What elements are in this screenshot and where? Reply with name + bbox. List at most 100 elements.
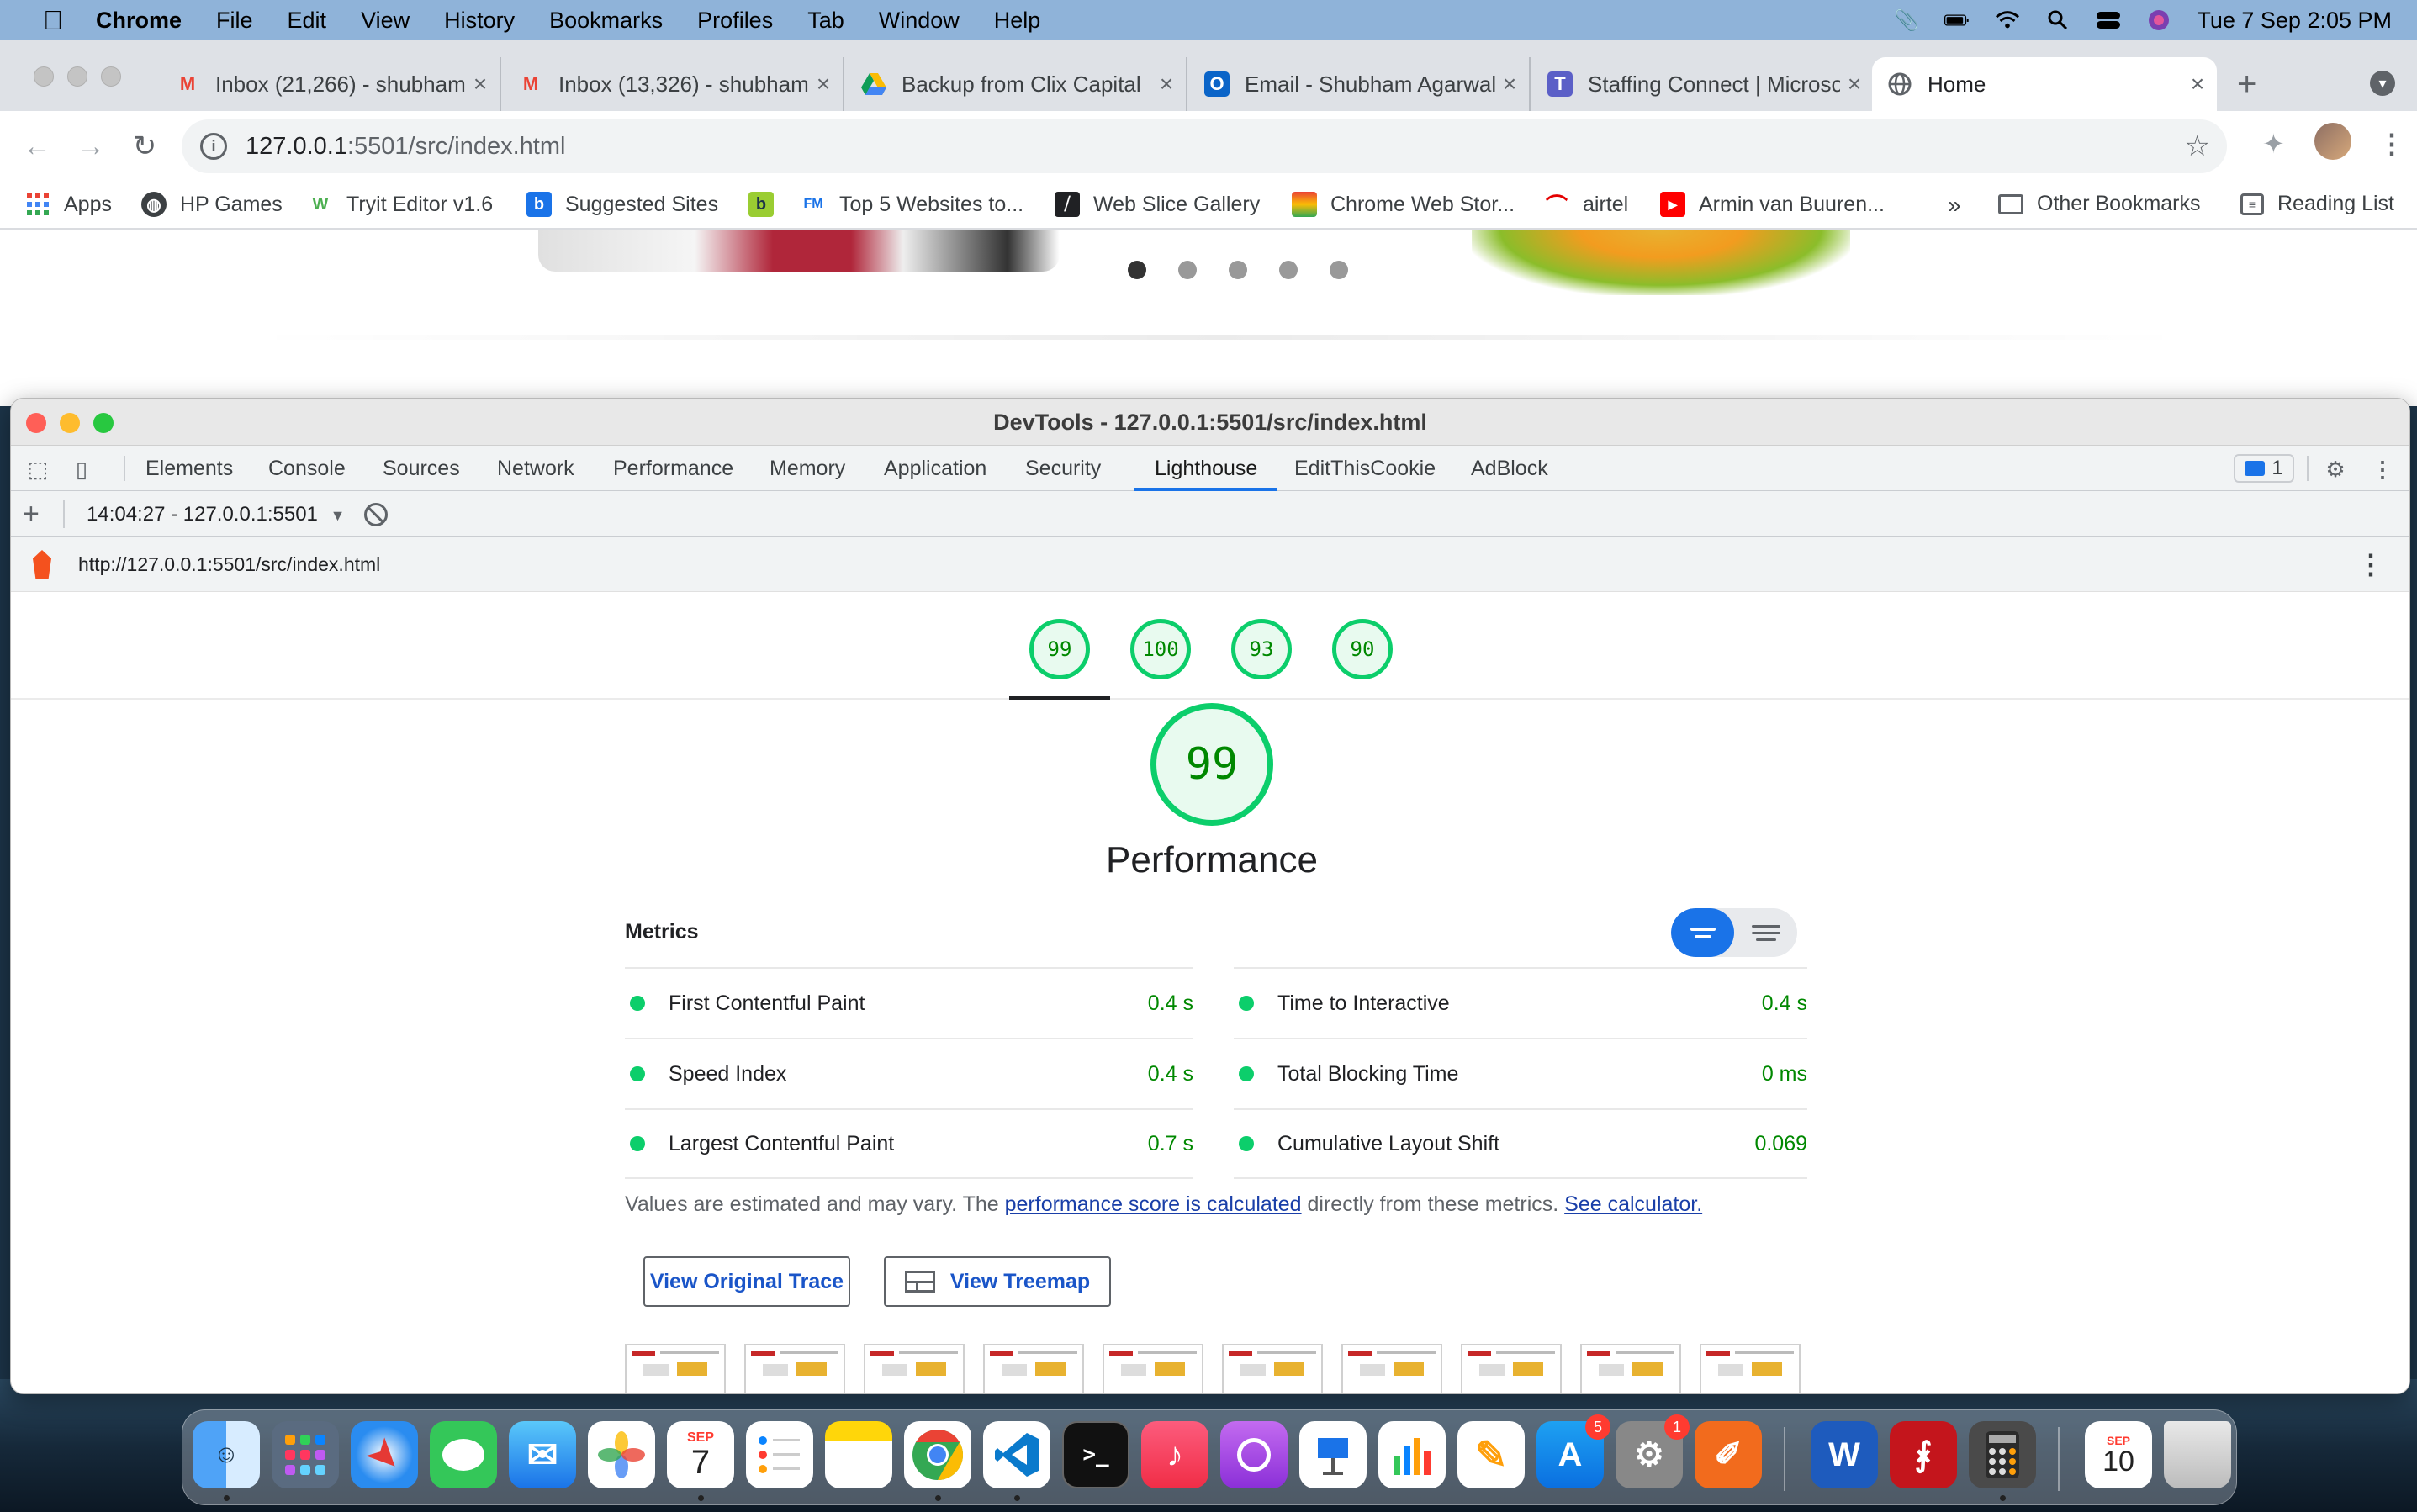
- carousel-dot[interactable]: [1178, 261, 1197, 279]
- back-arrow-icon[interactable]: ←: [13, 123, 61, 170]
- messages-icon[interactable]: [430, 1421, 497, 1488]
- devtools-tab-elements[interactable]: Elements: [145, 446, 233, 491]
- bookmark-tryit[interactable]: W Tryit Editor v1.6: [308, 192, 494, 217]
- trash-icon[interactable]: [2164, 1421, 2231, 1488]
- bookmark-hp-games[interactable]: ◍ HP Games: [141, 192, 283, 217]
- carousel-dot[interactable]: [1330, 261, 1348, 279]
- devtools-tab-application[interactable]: Application: [884, 446, 986, 491]
- menu-edit[interactable]: Edit: [288, 8, 327, 34]
- window-minimize-button[interactable]: [67, 66, 87, 87]
- paperclip-icon[interactable]: 📎: [1894, 9, 1919, 32]
- terminal-icon[interactable]: >_: [1062, 1421, 1129, 1488]
- devtools-tab-network[interactable]: Network: [497, 446, 574, 491]
- word-icon[interactable]: W: [1811, 1421, 1878, 1488]
- issues-badge[interactable]: 1: [2234, 454, 2294, 483]
- devtools-close-button[interactable]: [26, 413, 46, 433]
- safari-icon[interactable]: ➤: [351, 1421, 418, 1488]
- accessibility-gauge[interactable]: 100: [1130, 619, 1191, 679]
- tab-search-chevron-icon[interactable]: ▾: [2370, 71, 2395, 96]
- keynote-icon[interactable]: [1299, 1421, 1367, 1488]
- bookmarks-overflow-chevron-icon[interactable]: »: [1948, 192, 1961, 219]
- performance-gauge[interactable]: 99: [1029, 619, 1090, 679]
- calendar-icon[interactable]: SEP 7: [667, 1421, 734, 1488]
- tab-close-icon[interactable]: ×: [466, 71, 495, 98]
- carousel-dot[interactable]: [1279, 261, 1298, 279]
- tab-close-icon[interactable]: ×: [1840, 71, 1869, 98]
- bookmark-suggested-sites[interactable]: b Suggested Sites: [526, 192, 718, 217]
- bookmark-star-icon[interactable]: ☆: [2185, 130, 2210, 163]
- metrics-view-toggle[interactable]: [1671, 908, 1797, 957]
- carousel-dot[interactable]: [1128, 261, 1146, 279]
- tab-teams[interactable]: T Staffing Connect | Microsoft ×: [1532, 57, 1874, 111]
- window-close-button[interactable]: [34, 66, 54, 87]
- bookmark-chrome-web-store[interactable]: Chrome Web Stor...: [1292, 192, 1515, 217]
- expanded-view-icon[interactable]: [1734, 908, 1797, 957]
- devtools-menu-kebab-icon[interactable]: ⋮: [2369, 456, 2396, 483]
- app-store-icon[interactable]: A5: [1536, 1414, 1610, 1488]
- tab-google-drive[interactable]: Backup from Clix Capital ×: [846, 57, 1187, 111]
- devtools-minimize-button[interactable]: [60, 413, 80, 433]
- window-zoom-button[interactable]: [101, 66, 121, 87]
- tab-close-icon[interactable]: ×: [1152, 71, 1181, 98]
- menubar-clock[interactable]: Tue 7 Sep 2:05 PM: [2197, 8, 2392, 34]
- new-tab-plus-icon[interactable]: +: [2237, 66, 2256, 103]
- menu-view[interactable]: View: [361, 8, 410, 34]
- menu-help[interactable]: Help: [994, 8, 1041, 34]
- chrome-icon[interactable]: [904, 1421, 971, 1488]
- bookmark-apps[interactable]: Apps: [25, 192, 112, 217]
- settings-gear-icon[interactable]: ⚙: [2322, 456, 2349, 483]
- new-report-plus-icon[interactable]: +: [23, 498, 40, 531]
- wifi-icon[interactable]: [1995, 10, 2020, 30]
- apple-menu-icon[interactable]: : [37, 5, 69, 36]
- performance-score-link[interactable]: performance score is calculated: [1005, 1192, 1302, 1216]
- battery-icon[interactable]: [1944, 10, 1970, 30]
- see-calculator-link[interactable]: See calculator.: [1564, 1192, 1702, 1216]
- carousel-dot[interactable]: [1229, 261, 1247, 279]
- devtools-tab-security[interactable]: Security: [1025, 446, 1101, 491]
- report-menu-kebab-icon[interactable]: ⋮: [2357, 548, 2384, 580]
- devtools-tab-editthiscookie[interactable]: EditThisCookie: [1294, 446, 1436, 491]
- bookmark-airtel[interactable]: ⌒ airtel: [1544, 192, 1628, 219]
- menu-window[interactable]: Window: [879, 8, 960, 34]
- reminders-icon[interactable]: [746, 1421, 813, 1488]
- mail-icon[interactable]: ✉: [509, 1421, 576, 1488]
- vscode-icon[interactable]: [983, 1421, 1050, 1488]
- site-info-icon[interactable]: i: [200, 133, 227, 160]
- tab-close-icon[interactable]: ×: [1495, 71, 1524, 98]
- address-bar[interactable]: i 127.0.0.1:5501/src/index.html ☆: [182, 119, 2227, 173]
- seo-gauge[interactable]: 90: [1332, 619, 1393, 679]
- tab-gmail-2[interactable]: M Inbox (13,326) - shubham ×: [503, 57, 844, 111]
- tab-close-icon[interactable]: ×: [809, 71, 838, 98]
- spotlight-search-icon[interactable]: [2045, 10, 2071, 30]
- system-preferences-gear-icon[interactable]: ⚙ 1: [1616, 1414, 1690, 1488]
- control-center-icon[interactable]: [2096, 10, 2121, 30]
- menu-history[interactable]: History: [444, 8, 515, 34]
- menu-profiles[interactable]: Profiles: [697, 8, 773, 34]
- tab-gmail-1[interactable]: M Inbox (21,266) - shubham ×: [160, 57, 501, 111]
- menu-app-name[interactable]: Chrome: [96, 8, 182, 34]
- music-icon[interactable]: ♪: [1141, 1421, 1208, 1488]
- devtools-tab-lighthouse[interactable]: Lighthouse: [1134, 446, 1278, 491]
- devtools-tab-console[interactable]: Console: [268, 446, 346, 491]
- devtools-tab-performance[interactable]: Performance: [613, 446, 733, 491]
- postman-icon[interactable]: ✐: [1695, 1421, 1762, 1488]
- report-selector[interactable]: 14:04:27 - 127.0.0.1:5501 ▼: [87, 503, 345, 526]
- bookmark-web-slice[interactable]: ⧸ Web Slice Gallery: [1055, 192, 1260, 217]
- menu-file[interactable]: File: [216, 8, 253, 34]
- finder-icon[interactable]: ☺: [193, 1421, 260, 1488]
- launchpad-icon[interactable]: [272, 1421, 339, 1488]
- clear-reports-icon[interactable]: [364, 503, 388, 526]
- reload-icon[interactable]: ↻: [121, 123, 168, 170]
- view-original-trace-button[interactable]: View Original Trace: [643, 1256, 850, 1307]
- calculator-icon[interactable]: [1969, 1421, 2036, 1488]
- profile-avatar[interactable]: [2314, 123, 2351, 160]
- extensions-puzzle-icon[interactable]: ✦: [2262, 128, 2285, 160]
- bookmark-reading-list[interactable]: ≡ Reading List: [2240, 192, 2394, 216]
- bookmark-other-bookmarks[interactable]: Other Bookmarks: [1998, 192, 2201, 216]
- best-practices-gauge[interactable]: 93: [1231, 619, 1292, 679]
- downloads-stack-icon[interactable]: SEP 10: [2085, 1421, 2152, 1488]
- inspect-element-icon[interactable]: ⬚: [24, 456, 51, 483]
- view-treemap-button[interactable]: View Treemap: [884, 1256, 1111, 1307]
- acrobat-icon[interactable]: ⨘: [1890, 1421, 1957, 1488]
- compact-view-icon[interactable]: [1671, 908, 1734, 957]
